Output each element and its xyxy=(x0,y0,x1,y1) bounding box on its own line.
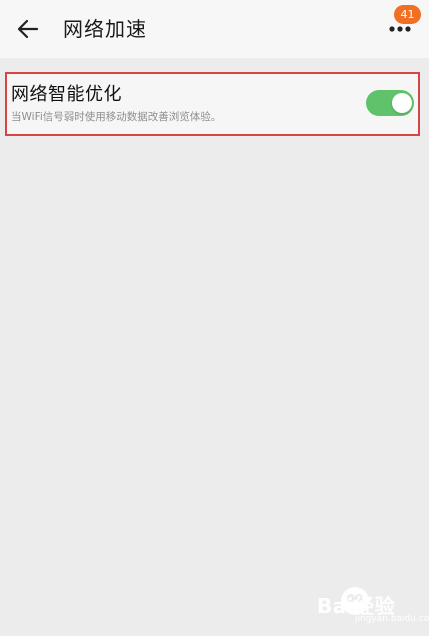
setting-title: 网络智能优化 xyxy=(11,84,122,105)
back-button[interactable] xyxy=(14,15,42,43)
app-header: 网络加速 41 xyxy=(0,0,429,58)
network-optimization-toggle[interactable] xyxy=(366,90,414,116)
watermark-url: jingyan.baidu.com xyxy=(355,614,429,624)
notification-badge: 41 xyxy=(394,5,421,24)
more-horizontal-icon xyxy=(389,26,411,32)
network-smart-optimization-setting: 网络智能优化 当WiFi信号弱时使用移动数据改善浏览体验。 xyxy=(5,72,420,136)
network-acceleration-screen: 网络加速 41 网络智能优化 当WiFi信号弱时使用移动数据改善浏览体验。 Ba… xyxy=(0,0,429,636)
setting-description: 当WiFi信号弱时使用移动数据改善浏览体验。 xyxy=(11,111,222,123)
arrow-left-icon xyxy=(17,19,39,39)
toggle-knob xyxy=(392,93,412,113)
page-title: 网络加速 xyxy=(63,17,147,41)
baidu-experience-watermark: Bai经验 jingyan.baidu.com xyxy=(317,585,429,629)
